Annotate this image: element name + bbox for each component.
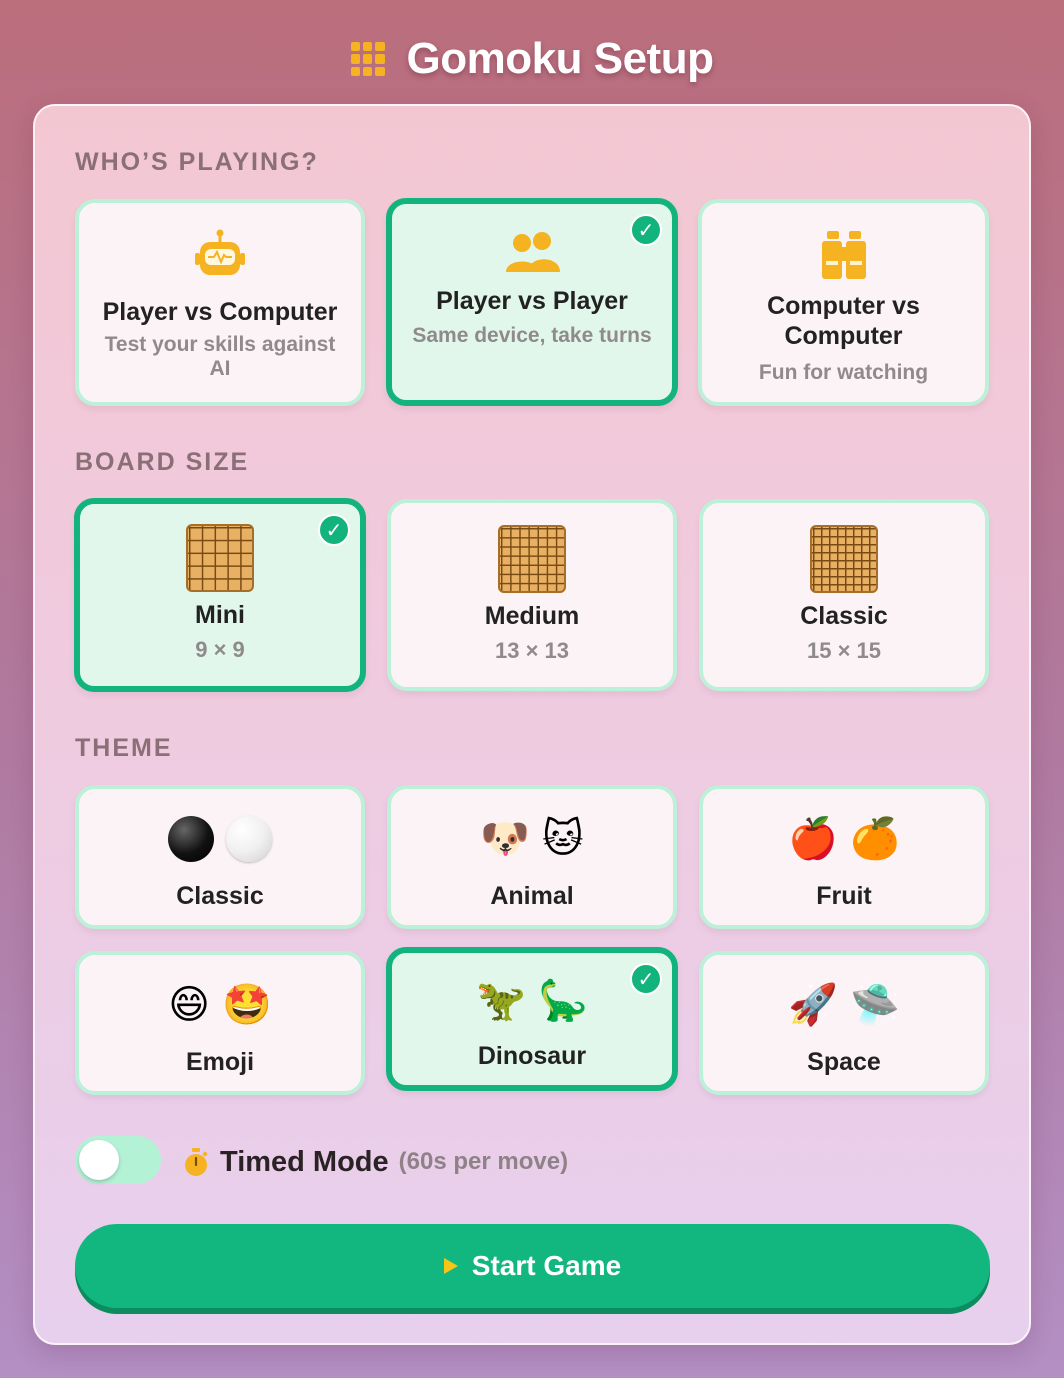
board-card-classic[interactable]: Classic 15 × 15 <box>699 499 989 691</box>
binoculars-icon <box>821 231 866 279</box>
theme-icons <box>168 815 272 863</box>
timed-mode-label: Timed Mode <box>220 1145 389 1178</box>
trex-icon: 🦖 <box>476 978 526 1024</box>
theme-title: Dinosaur <box>477 1042 587 1070</box>
start-game-button[interactable]: Start Game <box>75 1224 990 1308</box>
theme-title: Animal <box>490 882 574 910</box>
white-stone-icon <box>226 816 272 862</box>
check-icon: ✓ <box>630 963 662 995</box>
mode-subtitle: Same device, take turns <box>412 324 652 347</box>
theme-icons: 🚀 🛸 <box>788 981 900 1029</box>
toggle-knob <box>79 1140 119 1180</box>
grin-face-icon: 😄 <box>168 982 210 1028</box>
check-icon: ✓ <box>318 514 350 546</box>
theme-icons: 🍎 🍊 <box>788 815 900 863</box>
theme-icons: 🐶 🐱 <box>480 815 584 863</box>
board-size: 9 × 9 <box>195 637 245 662</box>
theme-icons: 🦖 🦕 <box>476 977 588 1025</box>
people-icon <box>506 232 560 272</box>
board-grid-icon <box>810 525 878 593</box>
mode-subtitle: Test your skills against AI <box>104 333 336 380</box>
section-label-players: WHO’S PLAYING? <box>75 148 319 176</box>
grid-icon <box>350 42 385 76</box>
section-label-board: BOARD SIZE <box>75 448 250 476</box>
robot-icon <box>195 229 245 275</box>
board-size: 15 × 15 <box>806 638 881 663</box>
timed-mode-hint: (60s per move) <box>398 1148 569 1175</box>
header: Gomoku Setup <box>0 28 1064 90</box>
check-icon: ✓ <box>630 214 662 246</box>
board-title: Mini <box>195 601 245 629</box>
theme-title: Classic <box>176 882 264 910</box>
mode-title: Player vs Player <box>436 287 628 315</box>
mode-title: Computer vs Computer <box>767 292 920 350</box>
board-size: 13 × 13 <box>494 638 569 663</box>
theme-title: Space <box>807 1048 881 1076</box>
board-grid-icon <box>186 524 254 592</box>
start-game-label: Start Game <box>471 1250 622 1281</box>
timed-mode-row: Timed Mode (60s per move) <box>182 1140 568 1184</box>
ufo-icon: 🛸 <box>850 982 900 1028</box>
apple-icon: 🍎 <box>788 816 838 862</box>
theme-card-fruit[interactable]: 🍎 🍊 Fruit <box>699 785 989 929</box>
mode-card-pvc[interactable]: Player vs Computer Test your skills agai… <box>75 199 365 406</box>
theme-card-space[interactable]: 🚀 🛸 Space <box>699 951 989 1095</box>
page-title: Gomoku Setup <box>406 34 714 83</box>
black-stone-icon <box>168 816 214 862</box>
theme-icons: 😄 🤩 <box>168 981 272 1029</box>
dog-icon: 🐶 <box>480 816 531 862</box>
stopwatch-icon <box>185 1148 208 1176</box>
cat-icon: 🐱 <box>542 816 584 862</box>
theme-card-animal[interactable]: 🐶 🐱 Animal <box>387 785 677 929</box>
theme-card-emoji[interactable]: 😄 🤩 Emoji <box>75 951 365 1095</box>
star-struck-icon: 🤩 <box>221 982 272 1028</box>
board-grid-icon <box>498 525 566 593</box>
theme-title: Fruit <box>816 882 872 910</box>
board-title: Classic <box>800 602 888 630</box>
board-card-mini[interactable]: ✓ Mini 9 × 9 <box>74 498 366 692</box>
sauropod-icon: 🦕 <box>538 978 588 1024</box>
theme-title: Emoji <box>185 1048 255 1076</box>
mode-title: Player vs Computer <box>102 298 338 326</box>
play-icon <box>443 1258 458 1274</box>
section-label-theme: THEME <box>75 734 173 762</box>
theme-card-classic[interactable]: Classic <box>75 785 365 929</box>
timed-mode-toggle[interactable] <box>75 1136 161 1184</box>
theme-card-dinosaur[interactable]: ✓ 🦖 🦕 Dinosaur <box>386 947 678 1091</box>
orange-icon: 🍊 <box>850 816 900 862</box>
rocket-icon: 🚀 <box>788 982 838 1028</box>
mode-subtitle: Fun for watching <box>758 361 929 384</box>
board-card-medium[interactable]: Medium 13 × 13 <box>387 499 677 691</box>
mode-card-cvc[interactable]: Computer vs Computer Fun for watching <box>698 199 989 406</box>
mode-card-pvp[interactable]: ✓ Player vs Player Same device, take tur… <box>386 198 678 406</box>
board-title: Medium <box>484 602 580 630</box>
